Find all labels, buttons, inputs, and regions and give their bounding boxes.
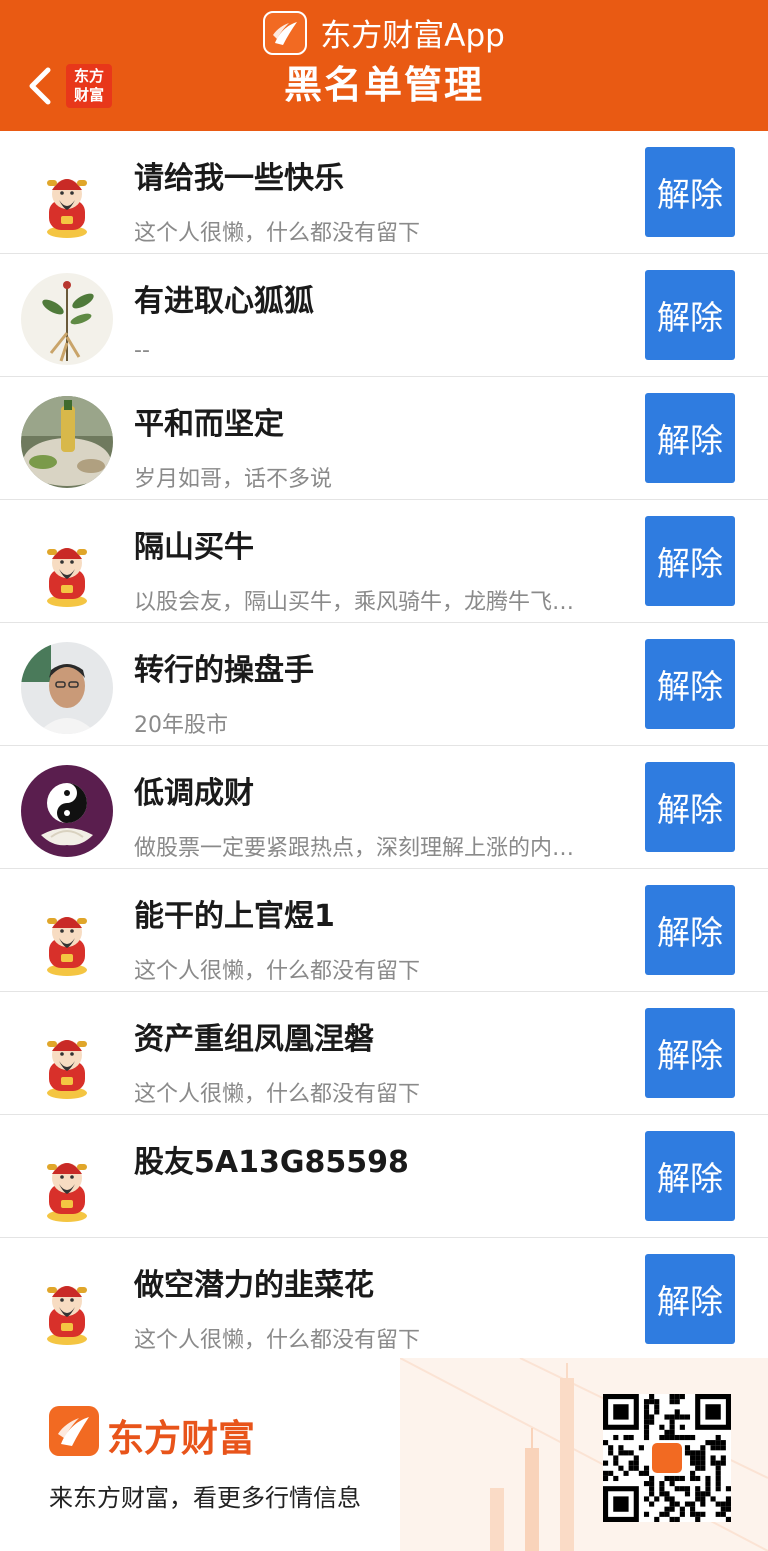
user-signature: 这个人很懒，什么都没有留下 bbox=[134, 1082, 421, 1107]
unblock-button[interactable]: 解除 bbox=[645, 1131, 735, 1221]
god-of-wealth-avatar bbox=[21, 150, 113, 242]
user-signature: 这个人很懒，什么都没有留下 bbox=[134, 221, 421, 246]
user-name: 能干的上官煜1 bbox=[134, 899, 335, 934]
god-of-wealth-avatar bbox=[21, 519, 113, 611]
user-name: 隔山买牛 bbox=[134, 530, 254, 565]
user-name: 平和而坚定 bbox=[134, 407, 284, 442]
unblock-button[interactable]: 解除 bbox=[645, 762, 735, 852]
list-item: 有进取心狐狐 -- 解除 bbox=[0, 254, 768, 377]
user-signature: 20年股市 bbox=[134, 713, 228, 738]
unblock-button[interactable]: 解除 bbox=[645, 147, 735, 237]
user-name: 有进取心狐狐 bbox=[134, 284, 314, 319]
unblock-button[interactable]: 解除 bbox=[645, 639, 735, 729]
user-signature: 做股票一定要紧跟热点，深刻理解上涨的内… bbox=[134, 836, 575, 861]
app-name: 东方财富App bbox=[320, 18, 505, 54]
app-logo-icon bbox=[263, 10, 308, 55]
footer-tagline: 来东方财富，看更多行情信息 bbox=[49, 1484, 361, 1512]
user-signature: 以股会友，隔山买牛，乘风骑牛，龙腾牛飞… bbox=[134, 590, 575, 615]
brand-logo-icon bbox=[49, 1406, 99, 1456]
user-signature: 这个人很懒，什么都没有留下 bbox=[134, 1328, 421, 1353]
unblock-button[interactable]: 解除 bbox=[645, 516, 735, 606]
user-name: 股友5A13G85598 bbox=[134, 1145, 409, 1180]
list-item: 资产重组凤凰涅磐 这个人很懒，什么都没有留下 解除 bbox=[0, 992, 768, 1115]
app-banner: 东方财富App bbox=[0, 10, 768, 58]
yin-yang-lotus-avatar bbox=[21, 765, 113, 857]
footer-brand: 东方财富 bbox=[107, 1417, 255, 1460]
list-item: 能干的上官煜1 这个人很懒，什么都没有留下 解除 bbox=[0, 869, 768, 992]
page-title: 黑名单管理 bbox=[283, 63, 484, 107]
unblock-button[interactable]: 解除 bbox=[645, 885, 735, 975]
user-name: 低调成财 bbox=[134, 776, 254, 811]
unblock-button[interactable]: 解除 bbox=[645, 1008, 735, 1098]
list-item: 低调成财 做股票一定要紧跟热点，深刻理解上涨的内… 解除 bbox=[0, 746, 768, 869]
list-item: 请给我一些快乐 这个人很懒，什么都没有留下 解除 bbox=[0, 131, 768, 254]
user-signature: -- bbox=[134, 338, 150, 363]
god-of-wealth-avatar bbox=[21, 1257, 113, 1349]
user-name: 转行的操盘手 bbox=[134, 653, 314, 688]
promo-footer[interactable]: 东方财富 来东方财富，看更多行情信息 bbox=[0, 1358, 768, 1551]
blacklist: 请给我一些快乐 这个人很懒，什么都没有留下 解除 有进取心狐狐 -- 解除 平和… bbox=[0, 131, 768, 1361]
god-of-wealth-avatar bbox=[21, 888, 113, 980]
unblock-button[interactable]: 解除 bbox=[645, 1254, 735, 1344]
dinner-table-photo-avatar bbox=[21, 396, 113, 488]
god-of-wealth-avatar bbox=[21, 1134, 113, 1226]
list-item: 转行的操盘手 20年股市 解除 bbox=[0, 623, 768, 746]
list-item: 股友5A13G85598 解除 bbox=[0, 1115, 768, 1238]
app-header: 东方财富App 东方 财富 黑名单管理 bbox=[0, 0, 768, 131]
list-item: 隔山买牛 以股会友，隔山买牛，乘风骑牛，龙腾牛飞… 解除 bbox=[0, 500, 768, 623]
user-signature: 岁月如哥，话不多说 bbox=[134, 467, 333, 492]
ginseng-plant-avatar bbox=[21, 273, 113, 365]
qr-code-icon bbox=[603, 1394, 731, 1522]
unblock-button[interactable]: 解除 bbox=[645, 393, 735, 483]
man-portrait-avatar bbox=[21, 642, 113, 734]
unblock-button[interactable]: 解除 bbox=[645, 270, 735, 360]
user-signature: 这个人很懒，什么都没有留下 bbox=[134, 959, 421, 984]
list-item: 做空潜力的韭菜花 这个人很懒，什么都没有留下 解除 bbox=[0, 1238, 768, 1361]
user-name: 做空潜力的韭菜花 bbox=[134, 1268, 374, 1303]
god-of-wealth-avatar bbox=[21, 1011, 113, 1103]
user-name: 资产重组凤凰涅磐 bbox=[134, 1022, 374, 1057]
user-name: 请给我一些快乐 bbox=[134, 161, 344, 196]
list-item: 平和而坚定 岁月如哥，话不多说 解除 bbox=[0, 377, 768, 500]
